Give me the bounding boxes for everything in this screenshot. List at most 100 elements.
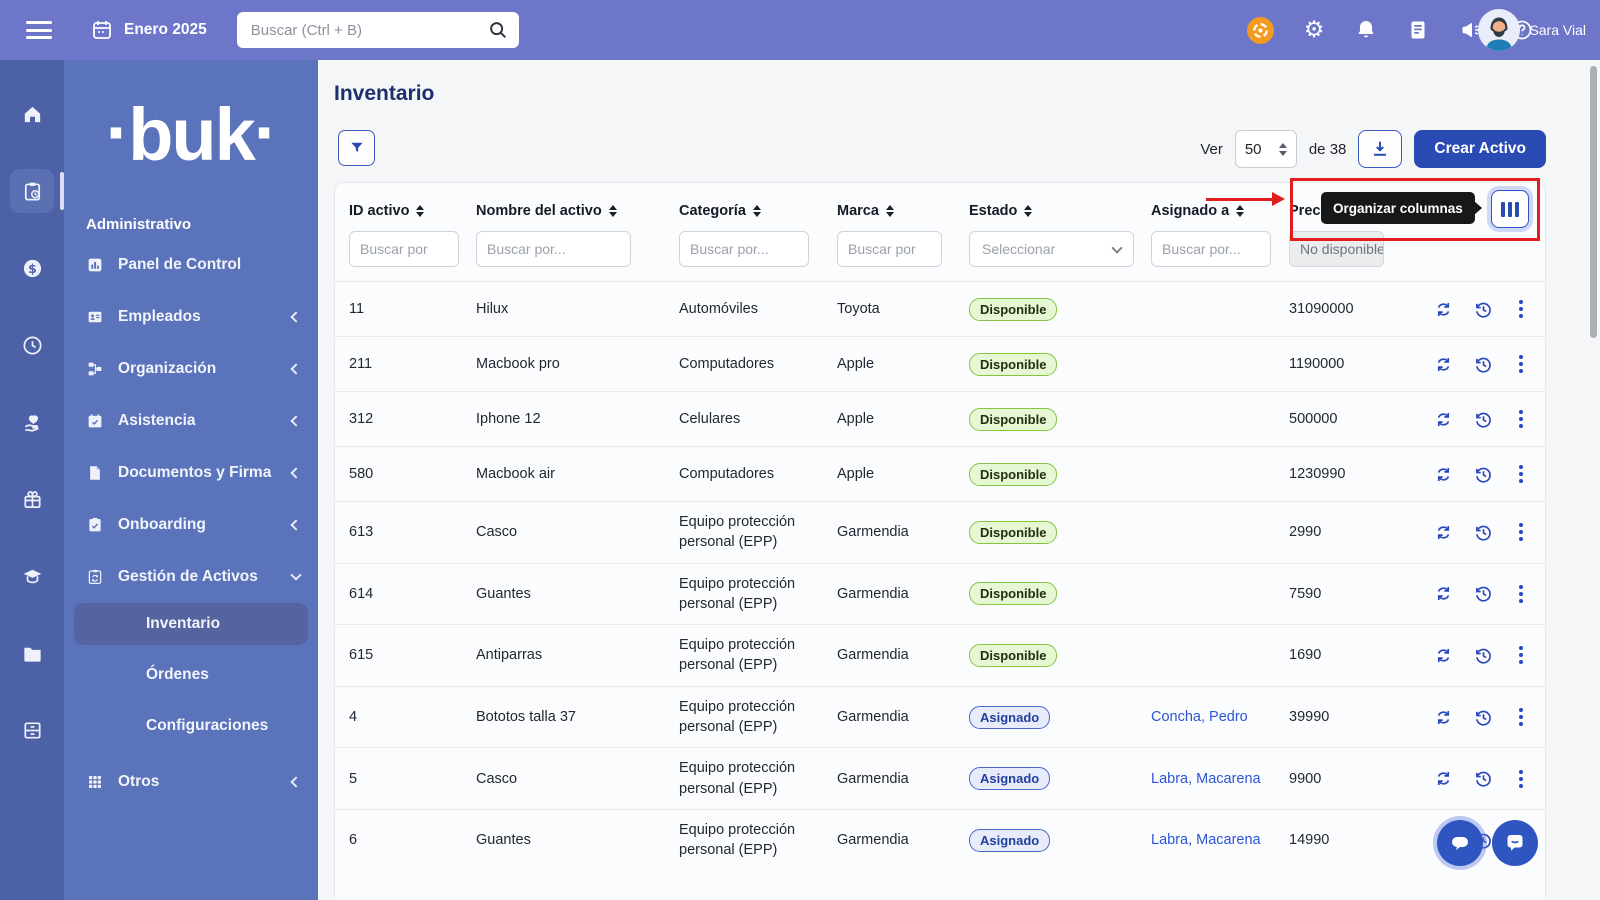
buk-orange-icon[interactable] bbox=[1247, 17, 1274, 44]
kebab-menu-icon[interactable] bbox=[1513, 353, 1529, 375]
svg-text:$: $ bbox=[28, 260, 37, 275]
filter-category-input[interactable] bbox=[679, 231, 809, 267]
table-row[interactable]: 615 Antiparras Equipo protección persona… bbox=[335, 624, 1545, 686]
scrollbar-thumb[interactable] bbox=[1590, 66, 1597, 338]
sync-icon[interactable] bbox=[1433, 583, 1454, 604]
history-icon[interactable] bbox=[1473, 354, 1494, 375]
sidebar-subitem-configuraciones[interactable]: Configuraciones bbox=[74, 705, 308, 747]
history-icon[interactable] bbox=[1473, 464, 1494, 485]
history-icon[interactable] bbox=[1473, 522, 1494, 543]
kebab-menu-icon[interactable] bbox=[1513, 463, 1529, 485]
filter-id-input[interactable] bbox=[349, 231, 459, 267]
cell-id: 615 bbox=[349, 647, 476, 663]
table-row[interactable]: 613 Casco Equipo protección personal (EP… bbox=[335, 501, 1545, 563]
history-icon[interactable] bbox=[1473, 707, 1494, 728]
sidebar-item-panel-de-control[interactable]: Panel de Control bbox=[64, 239, 318, 291]
sync-icon[interactable] bbox=[1433, 645, 1454, 666]
status-badge: Disponible bbox=[969, 408, 1057, 431]
clock-icon[interactable] bbox=[10, 323, 54, 367]
assigned-link[interactable]: Labra, Macarena bbox=[1151, 771, 1261, 787]
sidebar-item-empleados[interactable]: Empleados bbox=[64, 291, 318, 343]
table-row[interactable]: 580 Macbook air Computadores Apple Dispo… bbox=[335, 446, 1545, 501]
dollar-icon[interactable]: $ bbox=[10, 246, 54, 290]
cabinet-icon[interactable] bbox=[10, 708, 54, 752]
cell-brand: Garmendia bbox=[837, 771, 969, 787]
kebab-menu-icon[interactable] bbox=[1513, 408, 1529, 430]
sidebar-subitem-inventario[interactable]: Inventario bbox=[74, 603, 308, 645]
filter-brand-input[interactable] bbox=[837, 231, 942, 267]
status-badge: Disponible bbox=[969, 463, 1057, 486]
kebab-menu-icon[interactable] bbox=[1513, 298, 1529, 320]
sidebar-item-organizacion[interactable]: Organización bbox=[64, 343, 318, 395]
kebab-menu-icon[interactable] bbox=[1513, 644, 1529, 666]
hand-heart-icon[interactable] bbox=[10, 400, 54, 444]
sync-icon[interactable] bbox=[1433, 464, 1454, 485]
table-row[interactable]: 211 Macbook pro Computadores Apple Dispo… bbox=[335, 336, 1545, 391]
history-icon[interactable] bbox=[1473, 299, 1494, 320]
history-icon[interactable] bbox=[1473, 583, 1494, 604]
kebab-menu-icon[interactable] bbox=[1513, 768, 1529, 790]
sync-icon[interactable] bbox=[1433, 522, 1454, 543]
chat-smile-button[interactable] bbox=[1492, 820, 1538, 866]
create-asset-button[interactable]: Crear Activo bbox=[1414, 130, 1546, 168]
avatar[interactable] bbox=[1478, 9, 1520, 51]
home-icon[interactable] bbox=[10, 92, 54, 136]
sync-icon[interactable] bbox=[1433, 354, 1454, 375]
table-filter-row: Seleccionar No disponible bbox=[335, 219, 1545, 281]
sidebar-item-gestion-de-activos[interactable]: Gestión de Activos bbox=[64, 551, 318, 603]
user-menu[interactable]: Sara Vial bbox=[1478, 9, 1586, 51]
table-row[interactable]: 614 Guantes Equipo protección personal (… bbox=[335, 563, 1545, 625]
filter-assigned-input[interactable] bbox=[1151, 231, 1271, 267]
kebab-menu-icon[interactable] bbox=[1513, 706, 1529, 728]
cell-price: 39990 bbox=[1289, 709, 1421, 725]
column-header-name[interactable]: Nombre del activo bbox=[476, 203, 679, 219]
assigned-link[interactable]: Concha, Pedro bbox=[1151, 709, 1248, 725]
chat-bubble-button[interactable] bbox=[1437, 820, 1483, 866]
column-header-status[interactable]: Estado bbox=[969, 203, 1151, 219]
sort-icon bbox=[1236, 205, 1244, 217]
period-label[interactable]: Enero 2025 bbox=[124, 21, 207, 39]
folder-icon[interactable] bbox=[10, 631, 54, 675]
column-header-category[interactable]: Categoría bbox=[679, 203, 837, 219]
news-icon[interactable] bbox=[1406, 18, 1430, 42]
graduation-icon[interactable] bbox=[10, 554, 54, 598]
column-header-id[interactable]: ID activo bbox=[349, 203, 476, 219]
table-row[interactable]: 6 Guantes Equipo protección personal (EP… bbox=[335, 809, 1545, 871]
sync-icon[interactable] bbox=[1433, 409, 1454, 430]
history-icon[interactable] bbox=[1473, 768, 1494, 789]
filter-status-select[interactable]: Seleccionar bbox=[969, 231, 1134, 267]
history-icon[interactable] bbox=[1473, 645, 1494, 666]
bell-icon[interactable] bbox=[1354, 18, 1378, 42]
gift-icon[interactable] bbox=[10, 477, 54, 521]
kebab-menu-icon[interactable] bbox=[1513, 583, 1529, 605]
sidebar-item-asistencia[interactable]: Asistencia bbox=[64, 395, 318, 447]
history-icon[interactable] bbox=[1473, 409, 1494, 430]
sidebar-item-otros[interactable]: Otros bbox=[64, 756, 318, 808]
sidebar-item-documentos-y-firma[interactable]: Documentos y Firma bbox=[64, 447, 318, 499]
search-icon[interactable] bbox=[487, 19, 509, 41]
filter-name-input[interactable] bbox=[476, 231, 631, 267]
table-row[interactable]: 11 Hilux Automóviles Toyota Disponible 3… bbox=[335, 281, 1545, 336]
page-size-select[interactable]: 50 bbox=[1235, 130, 1297, 168]
table-row[interactable]: 4 Bototos talla 37 Equipo protección per… bbox=[335, 686, 1545, 748]
column-header-assigned[interactable]: Asignado a bbox=[1151, 203, 1289, 219]
download-button[interactable] bbox=[1358, 130, 1402, 168]
gear-icon[interactable]: ⚙ bbox=[1302, 18, 1326, 42]
assigned-link[interactable]: Labra, Macarena bbox=[1151, 832, 1261, 848]
cell-category: Equipo protección personal (EPP) bbox=[679, 635, 837, 676]
global-search bbox=[237, 12, 519, 48]
column-header-brand[interactable]: Marca bbox=[837, 203, 969, 219]
cell-brand: Garmendia bbox=[837, 709, 969, 725]
clipboard-clock-icon[interactable] bbox=[10, 169, 54, 213]
kebab-menu-icon[interactable] bbox=[1513, 521, 1529, 543]
sidebar-subitem-ordenes[interactable]: Órdenes bbox=[74, 654, 308, 696]
table-row[interactable]: 312 Iphone 12 Celulares Apple Disponible… bbox=[335, 391, 1545, 446]
sync-icon[interactable] bbox=[1433, 707, 1454, 728]
sidebar-item-onboarding[interactable]: Onboarding bbox=[64, 499, 318, 551]
sync-icon[interactable] bbox=[1433, 768, 1454, 789]
menu-icon[interactable] bbox=[26, 21, 52, 39]
sync-icon[interactable] bbox=[1433, 299, 1454, 320]
table-row[interactable]: 5 Casco Equipo protección personal (EPP)… bbox=[335, 747, 1545, 809]
organize-columns-button[interactable] bbox=[1491, 190, 1529, 228]
search-input[interactable] bbox=[251, 22, 487, 39]
